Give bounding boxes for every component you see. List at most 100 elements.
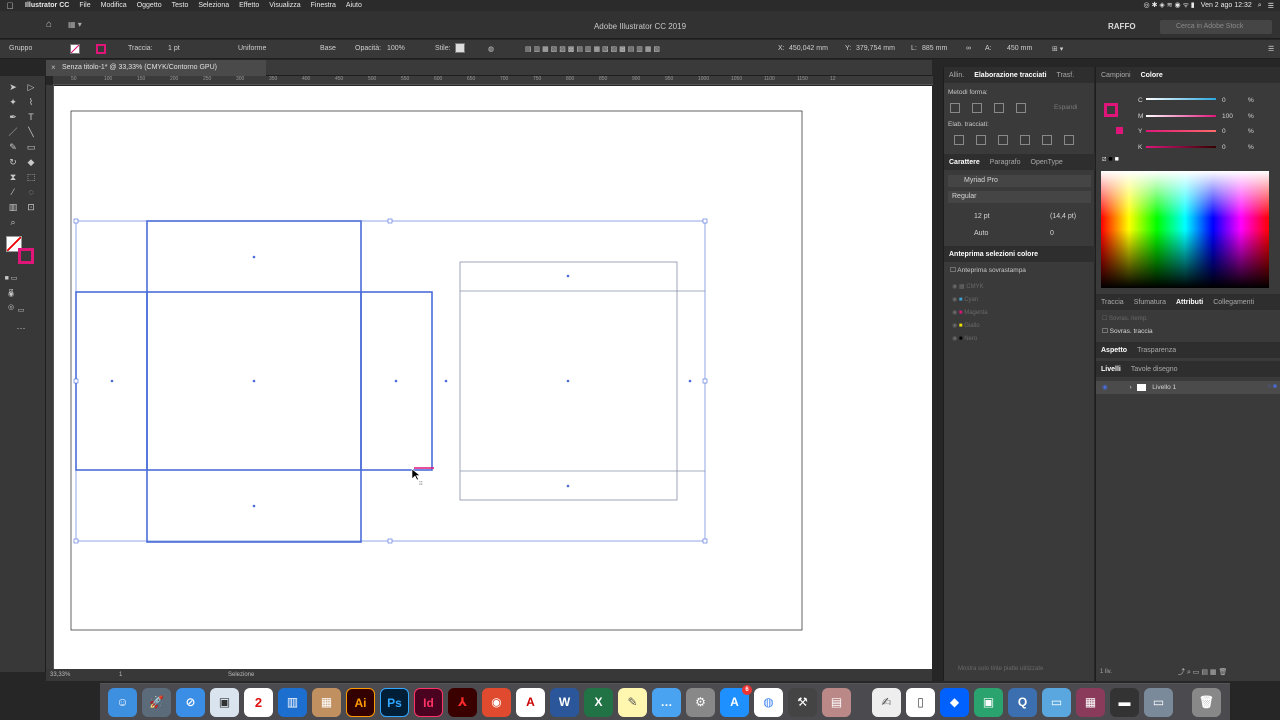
layers-action-icons[interactable]: ⤴ ⌕ ▭ ▤ ▦ 🗑 <box>1178 667 1227 677</box>
acrobat-icon[interactable]: ⅄ <box>448 688 477 717</box>
h-value[interactable]: 450 mm <box>1007 45 1032 52</box>
tab-separations-preview[interactable]: Anteprima selezioni colore <box>944 251 1043 258</box>
document-tab[interactable]: × Senza titolo-1* @ 33,33% (CMYK/Contorn… <box>46 60 266 76</box>
brush-definition[interactable]: Base <box>320 45 336 52</box>
zoom-tool-icon[interactable]: ⌕ <box>6 216 20 229</box>
opacity-value[interactable]: 100% <box>387 45 405 52</box>
eyedropper-icon[interactable]: ⁄ <box>6 186 20 199</box>
tab-campioni[interactable]: Campioni <box>1096 72 1136 79</box>
autocad-icon[interactable]: A <box>516 688 545 717</box>
tab-pathfinder[interactable]: Elaborazione tracciati <box>969 72 1051 79</box>
graphic-style-swatch[interactable] <box>455 43 465 53</box>
line-segment-icon[interactable]: ╲ <box>24 126 38 139</box>
artboard-tool-icon[interactable]: ⊡ <box>24 201 38 214</box>
sep-magenta[interactable]: ◉ ■ Magenta <box>952 307 988 320</box>
direct-selection-tool-icon[interactable]: ▷ <box>24 81 38 94</box>
screen-recorder-icon[interactable]: ◉ <box>482 688 511 717</box>
color-spectrum[interactable] <box>1101 171 1269 288</box>
line-tool-icon[interactable]: ／ <box>6 126 20 139</box>
overprint-fill-checkbox[interactable]: ☐ Sovras. riemp. <box>1102 315 1148 322</box>
slider-y[interactable]: Y 0% <box>1138 124 1254 140</box>
system-preferences-icon[interactable]: ⚙ <box>686 688 715 717</box>
none-black-white-icons[interactable]: ⧄ ■ ■ <box>1102 156 1119 164</box>
excel-icon[interactable]: X <box>584 688 613 717</box>
tab-traccia[interactable]: Traccia <box>1096 299 1129 306</box>
free-transform-icon[interactable]: ⬚ <box>24 171 38 184</box>
slider-c[interactable]: C 0% <box>1138 93 1254 109</box>
overprint-preview-checkbox[interactable]: ☐ Anteprima sovrastampa <box>950 266 1026 274</box>
menu-seleziona[interactable]: Seleziona <box>193 2 234 9</box>
eraser-icon[interactable]: ◆ <box>24 156 38 169</box>
artboard-1[interactable] <box>70 110 803 631</box>
menu-aiuto[interactable]: Aiuto <box>341 2 367 9</box>
lasso-icon[interactable]: ⌇ <box>24 96 38 109</box>
stroke-weight[interactable]: 1 pt <box>168 45 180 52</box>
draw-mode-icons[interactable]: ◉ ◎ <box>4 288 18 311</box>
font-style-select[interactable]: Regular <box>948 191 1091 203</box>
more-tools-icon[interactable]: ··· <box>14 322 28 335</box>
close-icon[interactable]: × <box>51 63 56 72</box>
sep-nero[interactable]: ◉ ■ Nero <box>952 333 988 346</box>
folder-icon[interactable]: ▭ <box>1042 688 1071 717</box>
magic-wand-icon[interactable]: ✦ <box>6 96 20 109</box>
tracking-field[interactable]: 0 <box>1050 230 1054 237</box>
stroke-color-icon[interactable] <box>18 248 34 264</box>
selected-group[interactable] <box>75 220 706 543</box>
fill-swatch[interactable] <box>70 44 80 54</box>
folder-2-icon[interactable]: ▭ <box>1144 688 1173 717</box>
tab-aspetto[interactable]: Aspetto <box>1096 347 1132 354</box>
dark-app-icon[interactable]: ▬ <box>1110 688 1139 717</box>
spot-only-checkbox[interactable]: Mostra solo tinte piatte utilizzate <box>958 666 1043 672</box>
trello-icon[interactable]: ▥ <box>278 688 307 717</box>
hammer-icon[interactable]: ⚒ <box>788 688 817 717</box>
quicktime-icon[interactable]: Q <box>1008 688 1037 717</box>
color-mode-icons[interactable]: ■ ▭ ⧄ <box>4 272 18 295</box>
rotate-tool-icon[interactable]: ↻ <box>6 156 20 169</box>
artwork[interactable]: ⁝⁝ <box>54 86 932 669</box>
sep-cyan[interactable]: ◉ ■ Cyan <box>952 294 988 307</box>
align-icons[interactable]: ▤ ▥ ▦ ▧ ▨ ▩ ▤ ▥ ▦ ▧ ▨ ▩ ▤ ▥ ▦ ▧ <box>525 45 660 53</box>
font-size-field[interactable]: 12 pt <box>974 213 990 220</box>
color-chip[interactable] <box>1116 127 1123 134</box>
finder-icon[interactable]: ☺ <box>108 688 137 717</box>
menu-testo[interactable]: Testo <box>167 2 194 9</box>
slider-k[interactable]: K 0% <box>1138 140 1254 156</box>
tab-sfumatura[interactable]: Sfumatura <box>1129 299 1171 306</box>
tab-livelli[interactable]: Livelli <box>1096 366 1126 373</box>
paintbrush-icon[interactable]: ✎ <box>6 141 20 154</box>
width-tool-icon[interactable]: ⧗ <box>6 171 20 184</box>
visibility-eye-icon[interactable]: ◉ <box>1102 384 1108 391</box>
file-icon[interactable]: ▯ <box>906 688 935 717</box>
menu-finestra[interactable]: Finestra <box>306 2 341 9</box>
notes-icon[interactable]: ✎ <box>618 688 647 717</box>
rectangle-tool-icon[interactable]: ▭ <box>24 141 38 154</box>
font-family-select[interactable]: Myriad Pro <box>948 175 1091 187</box>
illustrator-icon[interactable]: Ai <box>346 688 375 717</box>
layer-row[interactable]: ◉ › Livello 1 ○ ■ <box>1096 381 1280 394</box>
box-icon[interactable]: ▦ <box>312 688 341 717</box>
textedit-icon[interactable]: ✍ <box>872 688 901 717</box>
stroke-swatch[interactable] <box>96 44 106 54</box>
current-tool[interactable]: Selezione <box>228 672 254 678</box>
graph-tool-icon[interactable]: ▥ <box>6 201 20 214</box>
app-store-icon[interactable]: A6 <box>720 685 752 717</box>
photo-booth-icon[interactable]: ▦ <box>1076 688 1105 717</box>
x-value[interactable]: 450,042 mm <box>789 45 828 52</box>
chrome-icon[interactable]: ◍ <box>754 688 783 717</box>
transform-icon[interactable]: ⊞ ▾ <box>1052 45 1063 53</box>
selection-tool-icon[interactable]: ➤ <box>6 81 20 94</box>
bounding-handles[interactable] <box>73 218 708 544</box>
menu-effetto[interactable]: Effetto <box>234 2 264 9</box>
tab-trasparenza[interactable]: Trasparenza <box>1132 347 1181 354</box>
screen-mode-icon[interactable]: ▭ <box>14 304 28 317</box>
overprint-stroke-checkbox[interactable]: ☐ Sovras. traccia <box>1102 327 1153 335</box>
photoshop-icon[interactable]: Ps <box>380 688 409 717</box>
tab-opentype[interactable]: OpenType <box>1026 159 1068 166</box>
launchpad-icon[interactable]: 🚀 <box>142 688 171 717</box>
sep-cmyk[interactable]: ◉ ▦ CMYK <box>952 281 988 294</box>
screenshot-app-icon[interactable]: ▣ <box>974 688 1003 717</box>
tab-colore[interactable]: Colore <box>1136 72 1168 79</box>
y-value[interactable]: 379,754 mm <box>856 45 895 52</box>
panel-menu-icon[interactable]: ☰ <box>1268 45 1274 53</box>
recolor-icon[interactable]: ◍ <box>488 45 494 53</box>
